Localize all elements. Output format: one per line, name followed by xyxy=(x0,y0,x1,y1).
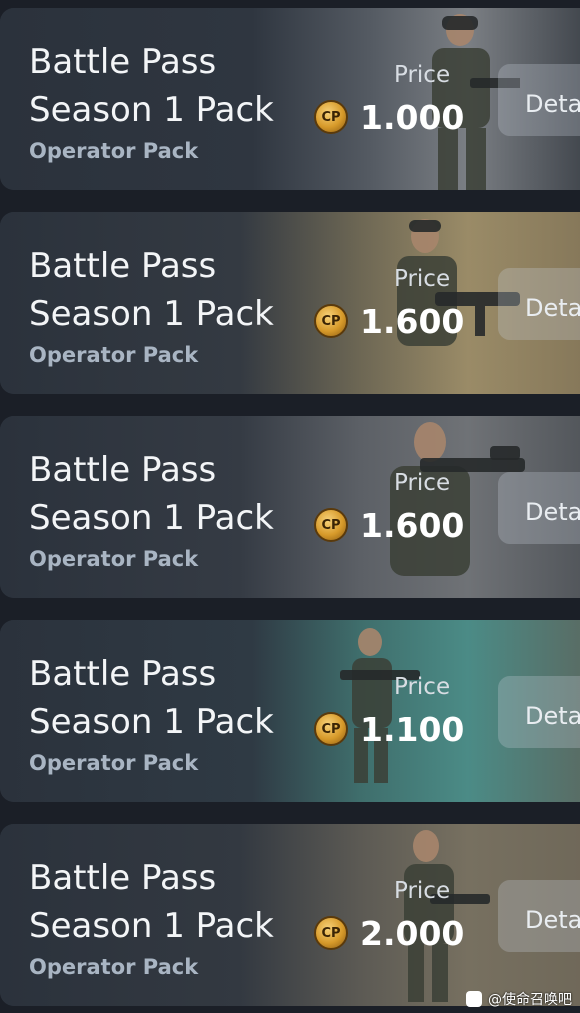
pack-subtitle: Operator Pack xyxy=(29,139,199,163)
price-label: Price xyxy=(394,878,451,904)
price-value: 1.600 xyxy=(360,506,465,545)
pack-card[interactable]: Battle Pass Season 1 Pack Operator Pack … xyxy=(0,416,580,598)
details-button[interactable]: Deta xyxy=(498,880,580,952)
price-label: Price xyxy=(394,62,451,88)
cp-coin-icon: CP xyxy=(314,304,348,338)
watermark-text: @使命召唤吧 xyxy=(488,992,572,1008)
cp-coin-icon: CP xyxy=(314,916,348,950)
pack-list: Battle Pass Season 1 Pack Operator Pack … xyxy=(0,0,580,1013)
pack-card[interactable]: Battle Pass Season 1 Pack Operator Pack … xyxy=(0,620,580,802)
cp-coin-icon: CP xyxy=(314,508,348,542)
pack-title-line2: Season 1 Pack xyxy=(29,498,274,538)
pack-title-line1: Battle Pass xyxy=(29,450,217,490)
watermark: @使命召唤吧 xyxy=(466,989,572,1009)
price-label: Price xyxy=(394,674,451,700)
pack-card[interactable]: Battle Pass Season 1 Pack Operator Pack … xyxy=(0,212,580,394)
details-button[interactable]: Deta xyxy=(498,676,580,748)
price-value: 2.000 xyxy=(360,914,465,953)
price-value: 1.600 xyxy=(360,302,465,341)
pack-title-line2: Season 1 Pack xyxy=(29,294,274,334)
pack-title-line2: Season 1 Pack xyxy=(29,702,274,742)
price-label: Price xyxy=(394,266,451,292)
pack-title-line1: Battle Pass xyxy=(29,654,217,694)
pack-subtitle: Operator Pack xyxy=(29,955,199,979)
details-button[interactable]: Deta xyxy=(498,268,580,340)
details-button[interactable]: Deta xyxy=(498,64,580,136)
pack-card[interactable]: Battle Pass Season 1 Pack Operator Pack … xyxy=(0,824,580,1006)
price-label: Price xyxy=(394,470,451,496)
cp-coin-icon: CP xyxy=(314,712,348,746)
pack-title-line2: Season 1 Pack xyxy=(29,90,274,130)
pack-title-line1: Battle Pass xyxy=(29,858,217,898)
cp-coin-icon: CP xyxy=(314,100,348,134)
pack-title-line2: Season 1 Pack xyxy=(29,906,274,946)
details-button[interactable]: Deta xyxy=(498,472,580,544)
pack-subtitle: Operator Pack xyxy=(29,751,199,775)
pack-title-line1: Battle Pass xyxy=(29,42,217,82)
pack-card[interactable]: Battle Pass Season 1 Pack Operator Pack … xyxy=(0,8,580,190)
price-value: 1.100 xyxy=(360,710,465,749)
weibo-icon xyxy=(466,991,482,1007)
price-value: 1.000 xyxy=(360,98,465,137)
pack-subtitle: Operator Pack xyxy=(29,343,199,367)
pack-subtitle: Operator Pack xyxy=(29,547,199,571)
pack-title-line1: Battle Pass xyxy=(29,246,217,286)
